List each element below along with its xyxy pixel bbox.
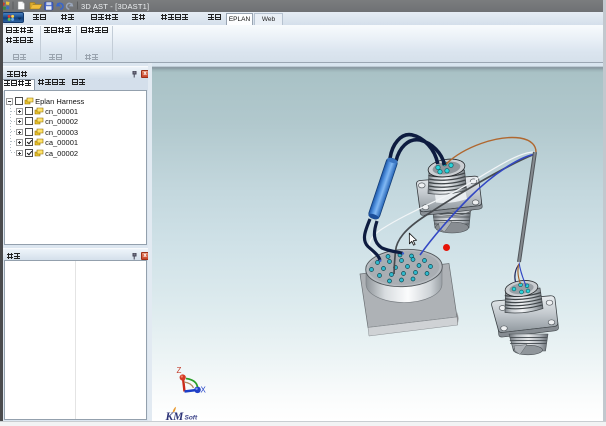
svg-text:Z: Z bbox=[177, 366, 182, 375]
svg-text:KM: KM bbox=[165, 411, 185, 421]
svg-text:X: X bbox=[201, 386, 207, 395]
